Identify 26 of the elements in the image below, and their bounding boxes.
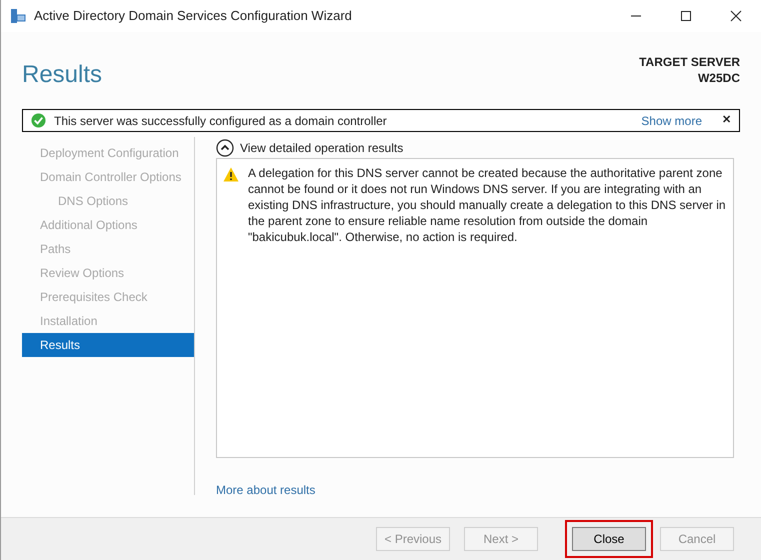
wizard-step[interactable]: Domain Controller Options <box>22 165 194 189</box>
maximize-icon[interactable] <box>680 10 692 22</box>
banner-message: This server was successfully configured as a domain controller <box>54 112 387 130</box>
close-icon[interactable] <box>730 10 742 22</box>
server-icon <box>10 8 26 24</box>
success-check-icon <box>31 113 46 128</box>
dismiss-button[interactable]: ✕ <box>722 112 731 129</box>
wizard-step[interactable]: Results <box>22 333 194 357</box>
target-server-label: TARGET SERVER <box>639 54 740 70</box>
wizard-step[interactable]: Installation <box>22 309 194 333</box>
warning-icon <box>223 167 239 182</box>
wizard-step[interactable]: Paths <box>22 237 194 261</box>
warning-message: A delegation for this DNS server cannot be created because the authoritative parent zone cannot be found or it does not run Windows DNS server. If you are integrating with an existing DNS infrastructure, you should manually create a delegation to this DNS server in the parent zone to ensure reliable name resolution from outside the domain "bakicubuk.local". Otherwise, no action is required. <box>248 165 727 245</box>
more-about-results-link[interactable]: More about results <box>216 481 316 499</box>
details-toggle[interactable]: View detailed operation results <box>216 138 734 158</box>
wizard-button[interactable]: Close <box>572 527 646 551</box>
page-title: Results <box>22 60 102 90</box>
wizard-step[interactable]: Prerequisites Check <box>22 285 194 309</box>
show-more-link[interactable]: Show more <box>641 112 702 130</box>
window-title: Active Directory Domain Services Configuration Wizard <box>34 7 352 26</box>
wizard-step[interactable]: Deployment Configuration <box>22 141 194 165</box>
target-server-name: W25DC <box>698 70 740 86</box>
wizard-step[interactable]: DNS Options <box>22 189 194 213</box>
wizard-step[interactable]: Additional Options <box>22 213 194 237</box>
wizard-step[interactable]: Review Options <box>22 261 194 285</box>
chevron-up-icon <box>216 139 234 157</box>
